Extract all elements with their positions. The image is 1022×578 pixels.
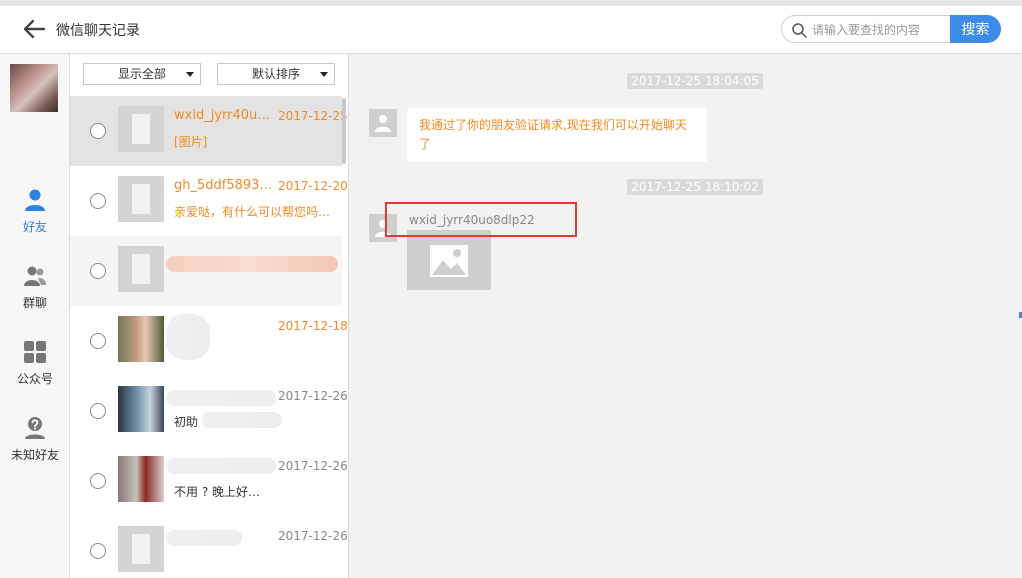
unknown-person-icon: [25, 417, 45, 439]
search-icon: [792, 23, 807, 38]
contact-avatar: [118, 386, 164, 432]
select-radio[interactable]: [90, 403, 106, 419]
contact-avatar: [118, 456, 164, 502]
message-timestamp: 2017-12-25 18:04:05: [627, 73, 763, 89]
contact-row[interactable]: 2017-12-26 不用 ? 晚上好…: [70, 446, 348, 516]
nav-friends-label: 好友: [22, 220, 47, 234]
sort-dropdown[interactable]: 默认排序: [217, 63, 335, 85]
image-icon: [430, 245, 468, 277]
nav-unknown-friends-label: 未知好友: [10, 448, 59, 462]
redacted-text: [166, 256, 338, 272]
group-icon: [24, 266, 46, 286]
contact-avatar: [118, 246, 164, 292]
show-filter-dropdown[interactable]: 显示全部: [83, 63, 201, 85]
chevron-down-icon: [186, 72, 194, 77]
contact-date: 2017-12-26: [278, 459, 348, 473]
show-filter-label: 显示全部: [117, 67, 166, 81]
top-bar: 微信聊天记录 搜索: [0, 0, 1022, 54]
contact-avatar: [118, 526, 164, 572]
nav-groups-label: 群聊: [22, 296, 47, 310]
person-icon: [375, 115, 391, 132]
sender-avatar: [369, 109, 397, 137]
contact-row[interactable]: 2017-12-18: [70, 306, 348, 376]
grid-icon: [24, 341, 46, 363]
contact-avatar: [118, 316, 164, 362]
left-nav: 好友 群聊 公众号 未知好友: [0, 54, 70, 578]
person-icon: [25, 189, 45, 211]
nav-unknown-friends[interactable]: 未知好友: [0, 416, 70, 476]
sort-label: 默认排序: [251, 67, 300, 81]
select-radio[interactable]: [90, 263, 106, 279]
contact-preview: 不用 ? 晚上好…: [174, 485, 260, 499]
redacted-text: [166, 314, 210, 360]
nav-groups[interactable]: 群聊: [0, 264, 70, 324]
redacted-text: [202, 412, 282, 428]
contact-avatar: [118, 176, 164, 222]
contact-date: 2017-12-18: [278, 319, 348, 333]
contact-row[interactable]: 2017-12-26 初助: [70, 376, 348, 446]
contact-date: 2017-12-26: [278, 389, 348, 403]
chat-pane: 2017-12-25 18:04:05 我通过了你的朋友验证请求,现在我们可以开…: [349, 54, 1022, 578]
redacted-text: [166, 458, 276, 474]
nav-friends[interactable]: 好友: [0, 188, 70, 248]
contact-row[interactable]: wxid_jyrr40uo… 2017-12-25 [图片]: [70, 96, 348, 166]
contact-row[interactable]: [70, 236, 342, 306]
contact-preview: 亲爱哒，有什么可以帮您吗~…: [174, 205, 338, 219]
contact-date: 2017-12-20: [278, 179, 348, 193]
redacted-text: [166, 530, 242, 546]
back-arrow-icon[interactable]: [22, 18, 46, 40]
contact-row[interactable]: 2017-12-26: [70, 516, 348, 578]
contact-avatar: [118, 106, 164, 152]
page-title: 微信聊天记录: [56, 23, 140, 39]
contact-name: wxid_jyrr40uo…: [174, 108, 274, 123]
select-radio[interactable]: [90, 193, 106, 209]
select-radio[interactable]: [90, 543, 106, 559]
contact-preview: [图片]: [174, 135, 208, 149]
contact-preview: 初助: [174, 415, 199, 429]
search-box: [781, 15, 951, 43]
select-radio[interactable]: [90, 333, 106, 349]
redacted-text: [166, 390, 276, 406]
list-scrollbar[interactable]: [342, 98, 346, 164]
annotation-highlight: [385, 202, 577, 237]
contact-date: 2017-12-26: [278, 529, 348, 543]
search-input[interactable]: [812, 20, 946, 40]
contact-date: 2017-12-25: [278, 109, 348, 123]
message-timestamp: 2017-12-25 18:10:02: [627, 179, 763, 195]
image-message[interactable]: [407, 230, 491, 290]
nav-official-accounts[interactable]: 公众号: [0, 340, 70, 400]
select-radio[interactable]: [90, 123, 106, 139]
user-avatar[interactable]: [10, 64, 58, 112]
contact-list-pane: 显示全部 默认排序 wxid_jyrr40uo… 2017-12-25 [图片]…: [70, 54, 349, 578]
search-button[interactable]: 搜索: [950, 15, 1001, 43]
nav-official-accounts-label: 公众号: [16, 372, 53, 386]
contact-row[interactable]: gh_5ddf5893f… 2017-12-20 亲爱哒，有什么可以帮您吗~…: [70, 166, 348, 236]
select-radio[interactable]: [90, 473, 106, 489]
message-bubble: 我通过了你的朋友验证请求,现在我们可以开始聊天了: [407, 108, 707, 162]
chevron-down-icon: [320, 72, 328, 77]
contact-name: gh_5ddf5893f…: [174, 178, 274, 193]
